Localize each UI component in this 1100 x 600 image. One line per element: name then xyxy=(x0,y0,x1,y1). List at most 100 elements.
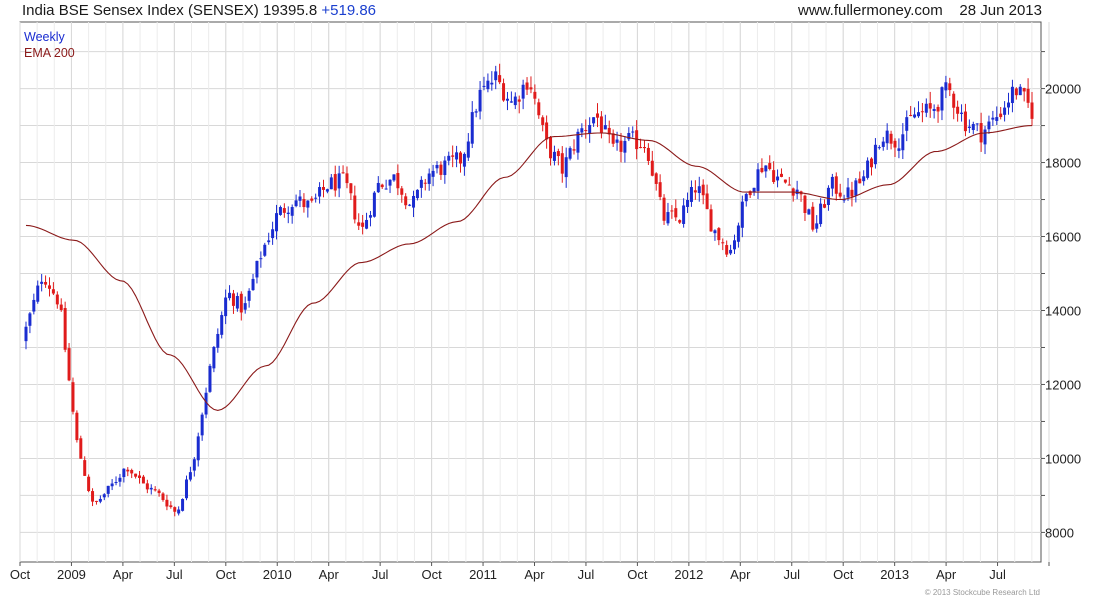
candle-body xyxy=(161,493,165,500)
candle-body xyxy=(850,189,854,197)
candle-body xyxy=(560,153,564,174)
x-tick-label: Oct xyxy=(833,567,854,582)
candle-body xyxy=(803,195,807,213)
candle-body xyxy=(337,173,341,189)
candle-up xyxy=(568,146,572,161)
candle-body xyxy=(940,87,944,111)
candle-body xyxy=(458,152,462,164)
candle-body xyxy=(286,212,290,215)
candle-body xyxy=(271,229,275,239)
candle-up xyxy=(220,311,224,339)
x-tick-label: Oct xyxy=(421,567,442,582)
candle-body xyxy=(717,228,721,241)
candle-body xyxy=(517,99,521,102)
candle-body xyxy=(278,207,282,215)
candle-body xyxy=(846,187,850,198)
candle-body xyxy=(811,206,815,230)
candle-body xyxy=(541,117,545,125)
candle-body xyxy=(760,167,764,173)
candle-body xyxy=(729,249,733,254)
candle-body xyxy=(721,242,725,244)
candle-body xyxy=(615,139,619,143)
candle-body xyxy=(349,183,353,194)
x-tick-label: Apr xyxy=(730,567,751,582)
candle-body xyxy=(807,209,811,215)
candle-body xyxy=(944,82,948,91)
candle-body xyxy=(431,170,435,177)
candle-body xyxy=(783,179,787,183)
candle-body xyxy=(40,281,44,284)
candle-body xyxy=(400,188,404,195)
candle-body xyxy=(91,491,95,502)
candle-body xyxy=(779,173,783,177)
candle-body xyxy=(114,482,118,484)
candle-body xyxy=(282,208,286,213)
candle-body xyxy=(564,157,568,178)
candle-body xyxy=(106,485,110,494)
candle-body xyxy=(267,240,271,243)
candle-body xyxy=(772,170,776,182)
candle-body xyxy=(776,176,780,181)
candle-body xyxy=(310,198,314,201)
candle-body xyxy=(756,169,760,191)
candle-body xyxy=(294,200,298,207)
candle-body xyxy=(552,151,556,161)
candle-body xyxy=(482,85,486,87)
candle-body xyxy=(505,98,509,101)
candle-body xyxy=(188,472,192,480)
candle-body xyxy=(549,137,553,159)
candle-body xyxy=(858,178,862,184)
candle-up xyxy=(372,191,376,218)
candle-body xyxy=(893,140,897,148)
candle-body xyxy=(823,204,827,208)
candle-down xyxy=(79,435,83,459)
y-tick-label: 18000 xyxy=(1045,156,1081,171)
candle-body xyxy=(725,245,729,255)
candle-body xyxy=(474,111,478,113)
candle-body xyxy=(427,173,431,184)
candle-body xyxy=(913,114,917,118)
candle-body xyxy=(834,176,838,194)
x-tick-label: Oct xyxy=(216,567,237,582)
candle-body xyxy=(329,177,333,190)
candle-body xyxy=(713,230,717,234)
candle-body xyxy=(697,186,701,194)
candle-body xyxy=(341,172,345,174)
candle-down xyxy=(75,410,79,443)
candle-body xyxy=(44,281,48,285)
candle-body xyxy=(102,494,106,498)
candle-body xyxy=(419,179,423,188)
candle-body xyxy=(1018,86,1022,96)
candle-body xyxy=(251,278,255,291)
candle-body xyxy=(247,290,251,301)
candle-body xyxy=(466,141,470,158)
candle-body xyxy=(87,476,91,491)
candle-body xyxy=(302,199,306,208)
candle-body xyxy=(572,149,576,151)
candle-body xyxy=(545,122,549,140)
legend-ema: EMA 200 xyxy=(24,46,75,60)
x-tick-label: 2012 xyxy=(674,567,703,582)
candle-body xyxy=(956,106,960,114)
candle-body xyxy=(83,460,87,476)
candle-body xyxy=(325,189,329,192)
candle-body xyxy=(905,117,909,131)
candle-body xyxy=(314,197,318,199)
candle-body xyxy=(596,113,600,118)
y-tick-label: 20000 xyxy=(1045,82,1081,97)
x-tick-label: 2009 xyxy=(57,567,86,582)
candle-body xyxy=(169,505,173,508)
candle-body xyxy=(705,193,709,210)
candle-body xyxy=(32,299,36,312)
candle-body xyxy=(815,223,819,229)
candle-body xyxy=(126,469,130,472)
candle-body xyxy=(24,326,28,342)
candle-body xyxy=(513,96,517,106)
candle-body xyxy=(165,499,169,507)
candle-body xyxy=(709,209,713,232)
x-tick-label: 2010 xyxy=(263,567,292,582)
x-tick-label: Apr xyxy=(319,567,340,582)
candle-body xyxy=(901,134,905,151)
candle-body xyxy=(447,155,451,161)
candle-body xyxy=(384,188,388,190)
